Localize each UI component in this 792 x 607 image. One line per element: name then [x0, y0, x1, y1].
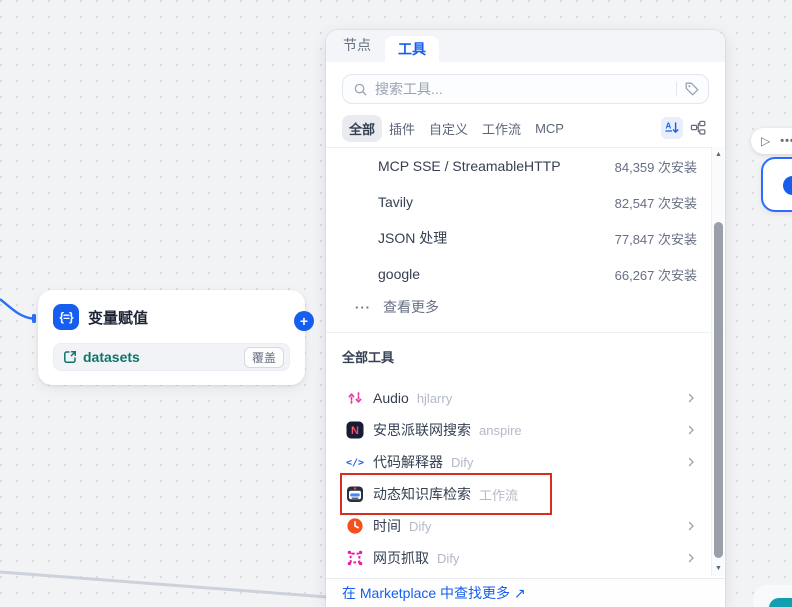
tool-name: Tavily: [378, 194, 413, 210]
chevron-right-icon: [685, 520, 697, 532]
install-count: 82,547 次安装: [615, 193, 697, 212]
audio-icon: [346, 389, 364, 407]
tool-name: Audio: [373, 390, 409, 406]
filter-workflow[interactable]: 工作流: [475, 115, 528, 142]
install-count: 77,847 次安装: [615, 229, 697, 248]
tool-author: Dify: [451, 455, 473, 470]
node-mini-toolbar: ▷ •••: [751, 128, 792, 154]
add-next-node-button[interactable]: +: [294, 311, 314, 331]
install-count: 84,359 次安装: [615, 157, 697, 176]
chevron-right-icon: [685, 456, 697, 468]
tool-name: 安思派联网搜索: [373, 420, 471, 440]
tree-view-icon[interactable]: [687, 117, 709, 139]
tool-name: MCP SSE / StreamableHTTP: [378, 158, 561, 174]
tool-name: google: [378, 266, 420, 282]
tab-tools[interactable]: 工具: [385, 36, 439, 62]
ellipsis-icon: ···: [355, 300, 371, 315]
search-input[interactable]: [375, 81, 669, 97]
node-title: 变量赋值: [88, 307, 148, 328]
overwrite-badge: 覆盖: [244, 347, 284, 368]
scroll-down-arrow[interactable]: ▼: [712, 562, 725, 575]
scroll-up-arrow[interactable]: ▲: [712, 148, 725, 161]
view-more-button[interactable]: ··· 查看更多: [326, 292, 725, 322]
variable-assigner-icon: {=}: [53, 304, 79, 330]
variable-assigner-node[interactable]: {=} 变量赋值 datasets 覆盖 +: [38, 290, 305, 385]
filter-all[interactable]: 全部: [342, 115, 382, 142]
clock-icon: [346, 517, 364, 535]
tool-author: 工作流: [479, 485, 518, 504]
scrollbar-thumb[interactable]: [714, 222, 723, 558]
variable-icon: [62, 349, 78, 365]
filter-custom[interactable]: 自定义: [422, 115, 475, 142]
tool-item-web-scraper[interactable]: 网页抓取 Dify: [326, 542, 725, 574]
chat-bubble-button-partial[interactable]: [769, 598, 792, 607]
install-count: 66,267 次安装: [615, 265, 697, 284]
marketplace-item-tavily[interactable]: Tavily 82,547 次安装: [326, 184, 725, 220]
tool-name: JSON 处理: [378, 228, 447, 248]
search-icon: [353, 82, 368, 97]
web-scraper-icon: [346, 549, 364, 567]
filter-mcp[interactable]: MCP: [528, 117, 571, 140]
tool-search-box[interactable]: [342, 74, 709, 104]
tool-item-dynamic-knowledge-retrieval[interactable]: 动态知识库检索 工作流: [326, 478, 725, 510]
marketplace-link[interactable]: 在 Marketplace 中查找更多 ↗: [342, 583, 526, 603]
tool-item-time[interactable]: 时间 Dify: [326, 510, 725, 542]
more-options-icon[interactable]: •••: [780, 135, 792, 147]
variable-row: datasets 覆盖: [53, 343, 290, 371]
tool-item-code-interpreter[interactable]: </> 代码解释器 Dify: [326, 446, 725, 478]
svg-text:</>: </>: [346, 458, 364, 469]
tag-filter-icon[interactable]: [684, 81, 700, 97]
edge-endpoint: [32, 314, 36, 323]
tool-item-audio[interactable]: Audio hjlarry: [326, 382, 725, 414]
panel-footer: 在 Marketplace 中查找更多 ↗: [326, 578, 725, 607]
tool-item-anspire[interactable]: N 安思派联网搜索 anspire: [326, 414, 725, 446]
search-divider: [676, 82, 677, 96]
tool-name: 时间: [373, 516, 401, 536]
marketplace-item-google[interactable]: google 66,267 次安装: [326, 256, 725, 292]
tool-name: 动态知识库检索: [373, 484, 471, 504]
tool-author: anspire: [479, 423, 522, 438]
filter-plugins[interactable]: 插件: [382, 115, 422, 142]
variable-name: datasets: [83, 349, 140, 365]
tool-author: hjlarry: [417, 391, 452, 406]
section-title-all-tools: 全部工具: [342, 347, 709, 365]
chevron-right-icon: [685, 424, 697, 436]
play-icon[interactable]: ▷: [761, 134, 770, 148]
filter-row: 全部 插件 自定义 工作流 MCP A: [342, 114, 709, 142]
chevron-right-icon: [685, 552, 697, 564]
svg-text:N: N: [351, 425, 359, 437]
marketplace-item-json[interactable]: JSON 处理 77,847 次安装: [326, 220, 725, 256]
panel-scrollbar[interactable]: ▲ ▼: [711, 147, 724, 576]
chevron-right-icon: [685, 392, 697, 404]
view-more-label: 查看更多: [383, 297, 439, 317]
workflow-canvas[interactable]: {=} 变量赋值 datasets 覆盖 + ▷ ••• 节点 工具: [0, 0, 792, 607]
marketplace-list: MCP SSE / StreamableHTTP 84,359 次安装 Tavi…: [326, 148, 725, 322]
tool-name: 网页抓取: [373, 548, 429, 568]
edge-bottom: [0, 572, 340, 598]
divider: [326, 332, 725, 333]
marketplace-item-mcp-sse[interactable]: MCP SSE / StreamableHTTP 84,359 次安装: [326, 148, 725, 184]
tool-author: Dify: [409, 519, 431, 534]
sort-az-icon[interactable]: A: [661, 117, 683, 139]
tab-nodes[interactable]: 节点: [343, 35, 371, 57]
tool-name: 代码解释器: [373, 452, 443, 472]
block-selector-panel: 节点 工具: [326, 30, 725, 607]
anspire-icon: N: [346, 421, 364, 439]
tool-author: Dify: [437, 551, 459, 566]
tool-list: Audio hjlarry N: [326, 382, 725, 574]
robot-icon: [346, 485, 364, 503]
code-icon: </>: [346, 453, 364, 471]
svg-text:A: A: [666, 122, 672, 131]
edge-incoming: [0, 299, 32, 319]
panel-tabs: 节点 工具: [326, 30, 725, 62]
